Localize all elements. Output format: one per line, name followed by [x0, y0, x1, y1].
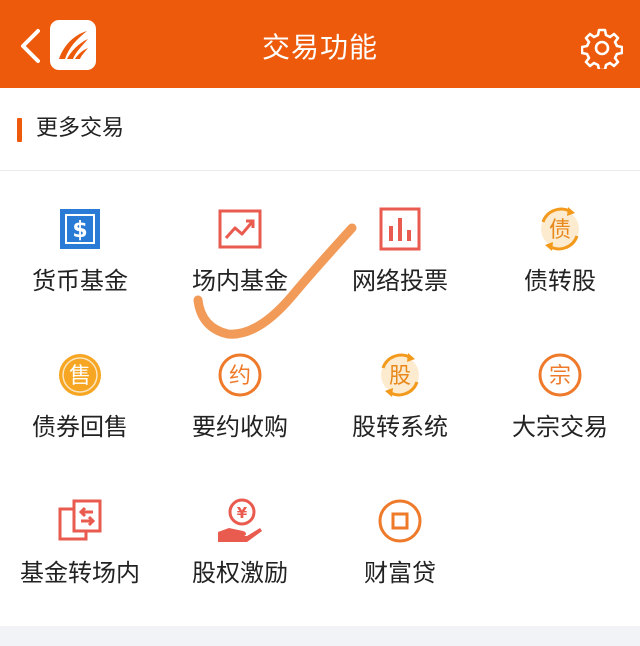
function-label: 股转系统 — [352, 413, 448, 441]
svg-text:售: 售 — [69, 364, 91, 389]
trend-chart-icon — [218, 209, 262, 249]
function-exchange-fund[interactable]: 场内基金 — [160, 204, 320, 350]
wealth-loan-icon — [378, 499, 422, 543]
svg-text:股: 股 — [389, 364, 411, 389]
sell-back-icon: 售 — [59, 354, 101, 396]
debt-convert-icon: 债 — [541, 207, 579, 251]
page-title: 交易功能 — [261, 31, 378, 64]
dollar-square-icon: $ — [60, 209, 100, 249]
function-label: 债转股 — [524, 267, 596, 295]
svg-text:宗: 宗 — [549, 364, 571, 389]
function-label: 大宗交易 — [512, 413, 608, 441]
function-fund-to-exchange[interactable]: 基金转场内 — [0, 496, 160, 642]
screen: 交易功能 更多交易 $ 货币基金 场内基金 网络投票 债 债转股 售 债券回售 … — [0, 0, 640, 646]
function-label: 货币基金 — [32, 267, 128, 295]
function-label: 财富贷 — [364, 559, 436, 587]
top-nav-bar: 交易功能 — [0, 0, 640, 88]
block-trade-icon: 宗 — [538, 353, 582, 397]
gear-icon — [581, 28, 623, 69]
svg-text:¥: ¥ — [237, 504, 248, 522]
section-accent-bar — [17, 118, 22, 142]
sail-logo-icon — [59, 31, 88, 59]
back-button[interactable] — [10, 22, 50, 70]
function-equity-incentive[interactable]: ¥ 股权激励 — [160, 496, 320, 642]
function-label: 基金转场内 — [20, 559, 140, 587]
chevron-left-icon — [21, 29, 40, 63]
function-share-transfer-system[interactable]: 股 股转系统 — [320, 350, 480, 496]
settings-button[interactable] — [580, 26, 624, 70]
svg-text:约: 约 — [229, 364, 251, 389]
fund-transfer-icon — [58, 499, 102, 541]
svg-text:$: $ — [72, 218, 87, 243]
svg-text:债: 债 — [549, 218, 571, 243]
function-bond-sellback[interactable]: 售 债券回售 — [0, 350, 160, 496]
bar-chart-icon — [379, 207, 421, 251]
equity-incentive-icon: ¥ — [218, 498, 262, 542]
function-label: 场内基金 — [192, 267, 288, 295]
function-tender-offer[interactable]: 约 要约收购 — [160, 350, 320, 496]
function-money-fund[interactable]: $ 货币基金 — [0, 204, 160, 350]
function-online-voting[interactable]: 网络投票 — [320, 204, 480, 350]
function-block-trade[interactable]: 宗 大宗交易 — [480, 350, 640, 496]
section-title: 更多交易 — [36, 116, 125, 141]
app-logo — [50, 20, 96, 70]
function-label: 债券回售 — [32, 413, 128, 441]
share-transfer-icon: 股 — [381, 353, 419, 397]
tender-offer-icon: 约 — [218, 353, 262, 397]
function-debt-to-equity[interactable]: 债 债转股 — [480, 204, 640, 350]
function-label: 要约收购 — [192, 413, 288, 441]
function-label: 网络投票 — [352, 267, 448, 295]
bottom-spacer — [0, 626, 640, 646]
function-label: 股权激励 — [192, 559, 288, 587]
function-wealth-loan[interactable]: 财富贷 — [320, 496, 480, 642]
